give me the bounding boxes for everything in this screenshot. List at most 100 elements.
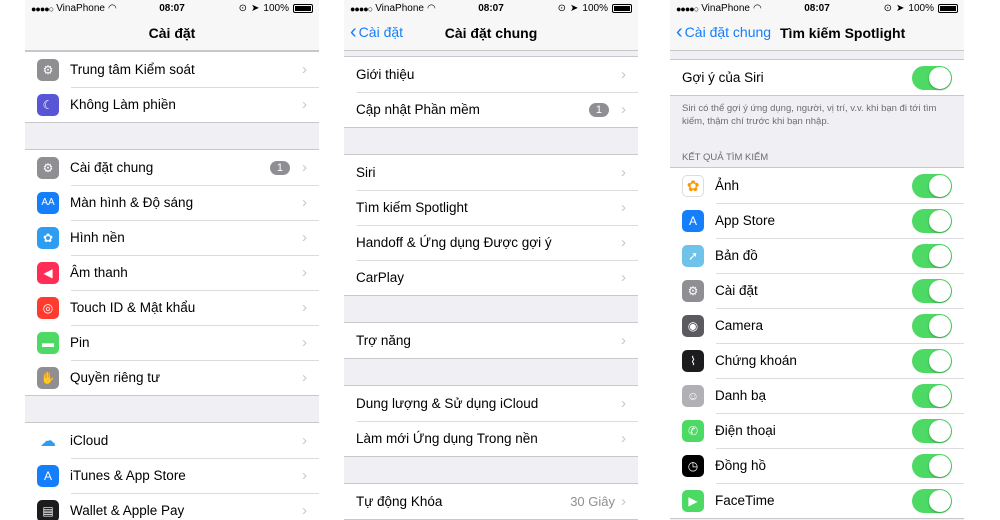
general-item-label: Tìm kiếm Spotlight bbox=[356, 200, 468, 215]
battery-percent: 100% bbox=[263, 3, 289, 14]
settings-item-privacy[interactable]: ✋ Quyền riêng tư › bbox=[25, 360, 319, 395]
battery-icon: ▬ bbox=[37, 331, 59, 354]
location-icon: ➤ bbox=[570, 3, 579, 14]
search-result-toggle[interactable] bbox=[912, 313, 952, 338]
search-result-label: Ảnh bbox=[715, 178, 740, 193]
icloud-icon: ☁ bbox=[37, 429, 59, 452]
settings-item-do-not-disturb[interactable]: ☾ Không Làm phiền › bbox=[25, 87, 319, 122]
search-result-clock: ◷ Đồng hồ bbox=[670, 448, 964, 483]
clock-icon: ◷ bbox=[682, 454, 704, 477]
navigation-bar: ‹ Cài đặt Cài đặt chung bbox=[344, 18, 638, 51]
general-item-label: Siri bbox=[356, 165, 376, 180]
chevron-right-icon: › bbox=[621, 430, 626, 447]
wallpaper-icon: ✿ bbox=[37, 226, 59, 249]
gear-icon: ⚙ bbox=[37, 156, 59, 179]
fingerprint-icon: ◎ bbox=[37, 296, 59, 319]
general-item-accessibility[interactable]: Trợ năng › bbox=[344, 323, 638, 358]
settings-item-control-center[interactable]: ⚙ Trung tâm Kiểm soát › bbox=[25, 52, 319, 87]
settings-item-label: Quyền riêng tư bbox=[70, 370, 161, 385]
navigation-bar: Cài đặt bbox=[25, 18, 319, 51]
search-result-toggle[interactable] bbox=[912, 173, 952, 198]
general-item-label: Cập nhật Phần mềm bbox=[356, 102, 480, 117]
settings-item-wallet[interactable]: ▤ Wallet & Apple Pay › bbox=[25, 493, 319, 520]
general-item-label: Tự động Khóa bbox=[356, 494, 443, 509]
search-result-contacts: ☺ Danh bạ bbox=[670, 378, 964, 413]
search-result-label: Đồng hồ bbox=[715, 458, 767, 473]
search-result-label: App Store bbox=[715, 213, 776, 228]
back-label: Cài đặt chung bbox=[684, 24, 772, 40]
search-result-label: Bản đồ bbox=[715, 248, 758, 263]
general-item-software-update[interactable]: Cập nhật Phần mềm 1 › bbox=[344, 92, 638, 127]
search-result-label: Điện thoại bbox=[715, 423, 776, 438]
settings-item-itunes[interactable]: A iTunes & App Store › bbox=[25, 458, 319, 493]
settings-item-label: Pin bbox=[70, 335, 90, 350]
general-item-carplay[interactable]: CarPlay › bbox=[344, 260, 638, 295]
settings-group-2: ⚙ Cài đặt chung 1 › AA Màn hình & Độ sáng… bbox=[25, 149, 319, 396]
search-result-toggle[interactable] bbox=[912, 418, 952, 443]
settings-item-touch-id[interactable]: ◎ Touch ID & Mật khẩu › bbox=[25, 290, 319, 325]
search-result-label: Danh bạ bbox=[715, 388, 767, 403]
general-item-label: Làm mới Ứng dụng Trong nền bbox=[356, 431, 538, 446]
battery-icon bbox=[293, 4, 313, 13]
search-results-group: ✿ Ảnh A App Store ➚ Bản đồ ⚙ Cài đặt ◉ C… bbox=[670, 167, 964, 519]
siri-suggestions-row: Gợi ý của Siri bbox=[670, 60, 964, 95]
general-item-handoff[interactable]: Handoff & Ứng dụng Được gợi ý › bbox=[344, 225, 638, 260]
general-item-auto-lock[interactable]: Tự động Khóa 30 Giây › bbox=[344, 484, 638, 519]
search-result-toggle[interactable] bbox=[912, 208, 952, 233]
chevron-right-icon: › bbox=[302, 96, 307, 113]
contacts-icon: ☺ bbox=[682, 384, 704, 407]
siri-suggestions-toggle[interactable] bbox=[912, 65, 952, 90]
page-title: Tìm kiếm Spotlight bbox=[780, 25, 906, 41]
settings-item-battery[interactable]: ▬ Pin › bbox=[25, 325, 319, 360]
settings-item-icloud[interactable]: ☁ iCloud › bbox=[25, 423, 319, 458]
moon-icon: ☾ bbox=[37, 93, 59, 116]
chevron-left-icon: ‹ bbox=[676, 21, 683, 43]
search-result-toggle[interactable] bbox=[912, 453, 952, 478]
search-result-maps: ➚ Bản đồ bbox=[670, 238, 964, 273]
settings-item-label: iTunes & App Store bbox=[70, 468, 186, 483]
settings-item-display[interactable]: AA Màn hình & Độ sáng › bbox=[25, 185, 319, 220]
page-title: Cài đặt chung bbox=[444, 25, 538, 41]
chevron-right-icon: › bbox=[302, 502, 307, 519]
search-result-settings: ⚙ Cài đặt bbox=[670, 273, 964, 308]
search-result-label: Chứng khoán bbox=[715, 353, 797, 368]
search-result-toggle[interactable] bbox=[912, 243, 952, 268]
search-result-toggle[interactable] bbox=[912, 278, 952, 303]
lock-rotation-icon: ⊙ bbox=[557, 3, 567, 14]
general-group-5: Tự động Khóa 30 Giây › bbox=[344, 483, 638, 520]
settings-item-sounds[interactable]: ◀ Âm thanh › bbox=[25, 255, 319, 290]
location-icon: ➤ bbox=[896, 3, 905, 14]
chevron-right-icon: › bbox=[302, 299, 307, 316]
search-result-toggle[interactable] bbox=[912, 488, 952, 513]
search-result-camera: ◉ Camera bbox=[670, 308, 964, 343]
chevron-right-icon: › bbox=[302, 194, 307, 211]
lock-rotation-icon: ⊙ bbox=[238, 3, 248, 14]
auto-lock-value: 30 Giây bbox=[570, 494, 615, 509]
maps-icon: ➚ bbox=[682, 244, 704, 267]
phone-icon: ✆ bbox=[682, 419, 704, 442]
search-result-label: Camera bbox=[715, 318, 764, 333]
location-icon: ➤ bbox=[251, 3, 260, 14]
facetime-icon: ▶ bbox=[682, 489, 704, 512]
search-result-photos: ✿ Ảnh bbox=[670, 168, 964, 203]
status-bar: ●●●●○ VinaPhone ◠ 08:07 ⊙ ➤ 100% bbox=[670, 0, 964, 18]
settings-item-general[interactable]: ⚙ Cài đặt chung 1 › bbox=[25, 150, 319, 185]
settings-item-wallpaper[interactable]: ✿ Hình nền › bbox=[25, 220, 319, 255]
general-item-background-refresh[interactable]: Làm mới Ứng dụng Trong nền › bbox=[344, 421, 638, 456]
chevron-right-icon: › bbox=[621, 234, 626, 251]
search-result-toggle[interactable] bbox=[912, 348, 952, 373]
chevron-right-icon: › bbox=[302, 334, 307, 351]
battery-percent: 100% bbox=[908, 3, 934, 14]
chevron-right-icon: › bbox=[621, 493, 626, 510]
back-button[interactable]: ‹ Cài đặt chung bbox=[676, 21, 772, 43]
general-item-spotlight[interactable]: Tìm kiếm Spotlight › bbox=[344, 190, 638, 225]
general-item-siri[interactable]: Siri › bbox=[344, 155, 638, 190]
search-result-toggle[interactable] bbox=[912, 383, 952, 408]
general-group-4: Dung lượng & Sử dụng iCloud › Làm mới Ứng… bbox=[344, 385, 638, 457]
general-item-storage[interactable]: Dung lượng & Sử dụng iCloud › bbox=[344, 386, 638, 421]
chevron-right-icon: › bbox=[302, 467, 307, 484]
general-item-about[interactable]: Giới thiệu › bbox=[344, 57, 638, 92]
battery-icon bbox=[612, 4, 632, 13]
settings-group-1: ⚙ Trung tâm Kiểm soát › ☾ Không Làm phiền… bbox=[25, 51, 319, 123]
chevron-right-icon: › bbox=[302, 229, 307, 246]
